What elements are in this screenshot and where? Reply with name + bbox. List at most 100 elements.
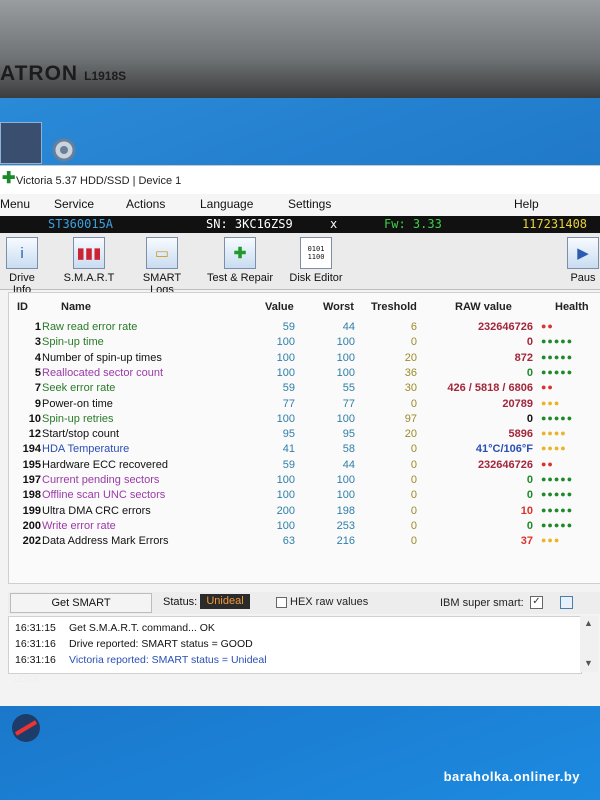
cell-value: 41 [282, 443, 295, 456]
cell-name: Raw read error rate [42, 321, 138, 333]
menu-item-menu[interactable]: Menu [0, 197, 30, 211]
cell-id: 3 [34, 336, 41, 349]
device-firmware: Fw: 3.33 [384, 217, 442, 231]
test-repair-button[interactable]: ✚ Test & Repair [204, 237, 276, 284]
cell-id: 202 [22, 535, 41, 548]
desktop-computer-icon[interactable] [0, 122, 42, 164]
cell-name: HDA Temperature [42, 443, 130, 456]
cell-treshold: 0 [410, 504, 417, 517]
cell-worst: 100 [336, 489, 355, 502]
info-icon: i [6, 237, 38, 269]
monitor-model: L1918S [84, 69, 127, 83]
table-row[interactable]: 198 Offline scan UNC sectors 100 100 0 0 ●●●●● [9, 489, 600, 504]
log-message: Get S.M.A.R.T. command... OK [69, 622, 215, 634]
cell-value: 59 [282, 321, 295, 333]
menu-item-actions[interactable]: Actions [126, 197, 165, 211]
table-row[interactable]: 199 Ultra DMA CRC errors 200 198 0 10 ●●●●● [9, 505, 600, 520]
smart-button[interactable]: ▮▮▮ S.M.A.R.T [62, 237, 116, 284]
cell-health: ●●●●● [541, 489, 574, 500]
cell-health: ●● [541, 321, 554, 331]
plus-icon: ✚ [224, 237, 256, 269]
cell-value: 95 [282, 428, 295, 441]
cell-health: ●●● [541, 397, 561, 408]
cell-worst: 100 [336, 412, 355, 425]
desktop-settings-icon[interactable] [44, 128, 84, 168]
menu-item-language[interactable]: Language [200, 197, 253, 211]
cell-value: 100 [276, 412, 295, 425]
scroll-down-icon[interactable]: ▼ [584, 658, 593, 668]
cell-raw: 232646726 [477, 321, 533, 333]
cell-treshold: 0 [410, 519, 417, 532]
victoria-window: ✚ Victoria 5.37 HDD/SSD | Device 1 Menu … [0, 165, 600, 706]
hex-raw-checkbox[interactable] [276, 597, 287, 608]
drive-info-button[interactable]: i Drive Info [0, 237, 44, 296]
smart-bars-icon: ▮▮▮ [73, 237, 105, 269]
title-bar[interactable]: ✚ Victoria 5.37 HDD/SSD | Device 1 [0, 166, 600, 194]
disk-editor-button[interactable]: 0101 1100 Disk Editor [286, 237, 346, 284]
cell-worst: 58 [342, 443, 355, 456]
cell-id: 4 [34, 351, 41, 364]
table-row[interactable]: 3 Spin-up time 100 100 0 0 ●●●●● [9, 336, 600, 351]
table-row[interactable]: 7 Seek error rate 59 55 30 426 / 5818 / 6806 ●… [9, 382, 600, 397]
table-row[interactable]: 202 Data Address Mark Errors 63 216 0 37 ●●● [9, 535, 600, 550]
cell-health: ●●●● [541, 428, 567, 439]
cell-treshold: 0 [410, 489, 417, 502]
window-title: Victoria 5.37 HDD/SSD | Device 1 [16, 175, 182, 187]
scroll-up-icon[interactable]: ▲ [584, 618, 593, 628]
cell-worst: 100 [336, 474, 355, 486]
table-row[interactable]: 12 Start/stop count 95 95 20 5896 ●●●● [9, 428, 600, 443]
logs-tab[interactable]: LOGS [14, 674, 39, 684]
status-label: Status: [163, 596, 198, 608]
toolbar: i Drive Info ▮▮▮ S.M.A.R.T ▭ SMART Logs … [0, 233, 600, 296]
header-value: Value [265, 301, 294, 313]
get-smart-button[interactable]: Get SMART [10, 593, 152, 613]
cell-raw: 0 [526, 412, 533, 425]
cell-raw: 0 [526, 489, 533, 502]
cell-health: ●●● [541, 535, 561, 546]
table-row[interactable]: 200 Write error rate 100 253 0 0 ●●●●● [9, 520, 600, 535]
desktop-app-icon[interactable] [6, 708, 46, 748]
log-scrollbar[interactable]: ▲ ▼ [580, 616, 598, 672]
table-row[interactable]: 1 Raw read error rate 59 44 6 232646726 ●● [9, 321, 600, 336]
table-row[interactable]: 5 Reallocated sector count 100 100 36 0 ●●●●● [9, 367, 600, 382]
binary-icon: 0101 1100 [300, 237, 332, 269]
cell-worst: 44 [342, 458, 355, 471]
device-close-x[interactable]: x [330, 217, 337, 231]
cell-worst: 100 [336, 366, 355, 379]
cell-value: 100 [276, 474, 295, 486]
table-row[interactable]: 9 Power-on time 77 77 0 20789 ●●● [9, 398, 600, 413]
cell-name: Write error rate [42, 519, 116, 532]
menu-item-settings[interactable]: Settings [288, 197, 331, 211]
table-row[interactable]: 195 Hardware ECC recovered 59 44 0 232646726 ●… [9, 459, 600, 474]
table-row[interactable]: 10 Spin-up retries 100 100 97 0 ●●●●● [9, 413, 600, 428]
cell-treshold: 0 [410, 535, 417, 548]
extra-checkbox[interactable] [560, 596, 573, 609]
cell-name: Spin-up retries [42, 412, 114, 425]
cell-health: ●●●●● [541, 366, 574, 377]
cell-value: 77 [282, 397, 295, 410]
header-raw: RAW value [455, 301, 512, 313]
cell-name: Seek error rate [42, 382, 116, 395]
status-bar: Get SMART Status: Unideal HEX raw values… [8, 592, 600, 614]
menu-item-service[interactable]: Service [54, 197, 94, 211]
menu-item-help[interactable]: Help [514, 197, 539, 211]
cell-name: Start/stop count [42, 428, 120, 441]
device-serial: SN: 3KC16ZS9 [206, 217, 293, 231]
cell-value: 100 [276, 351, 295, 364]
cell-name: Spin-up time [42, 336, 104, 349]
table-row[interactable]: 197 Current pending sectors 100 100 0 0 ●●●●● [9, 474, 600, 489]
cell-raw: 0 [526, 336, 533, 349]
smart-logs-button[interactable]: ▭ SMART Logs [130, 237, 194, 296]
ibm-super-smart-checkbox[interactable]: ✓ [530, 596, 543, 609]
pause-icon: ▶ [567, 237, 599, 269]
table-row[interactable]: 194 HDA Temperature 41 58 0 41°C/106°F ●●●● [9, 443, 600, 458]
log-time: 16:31:15 [15, 622, 56, 634]
device-bar[interactable]: ST360015A SN: 3KC16ZS9 x Fw: 3.33 117231… [0, 216, 600, 245]
cell-treshold: 0 [410, 443, 417, 456]
cell-id: 200 [22, 519, 41, 532]
table-row[interactable]: 4 Number of spin-up times 100 100 20 872 ●●●●● [9, 352, 600, 367]
cell-raw: 41°C/106°F [475, 443, 533, 456]
cell-worst: 253 [336, 519, 355, 532]
cell-treshold: 36 [404, 366, 417, 379]
pause-button[interactable]: ▶ Paus [566, 237, 600, 284]
